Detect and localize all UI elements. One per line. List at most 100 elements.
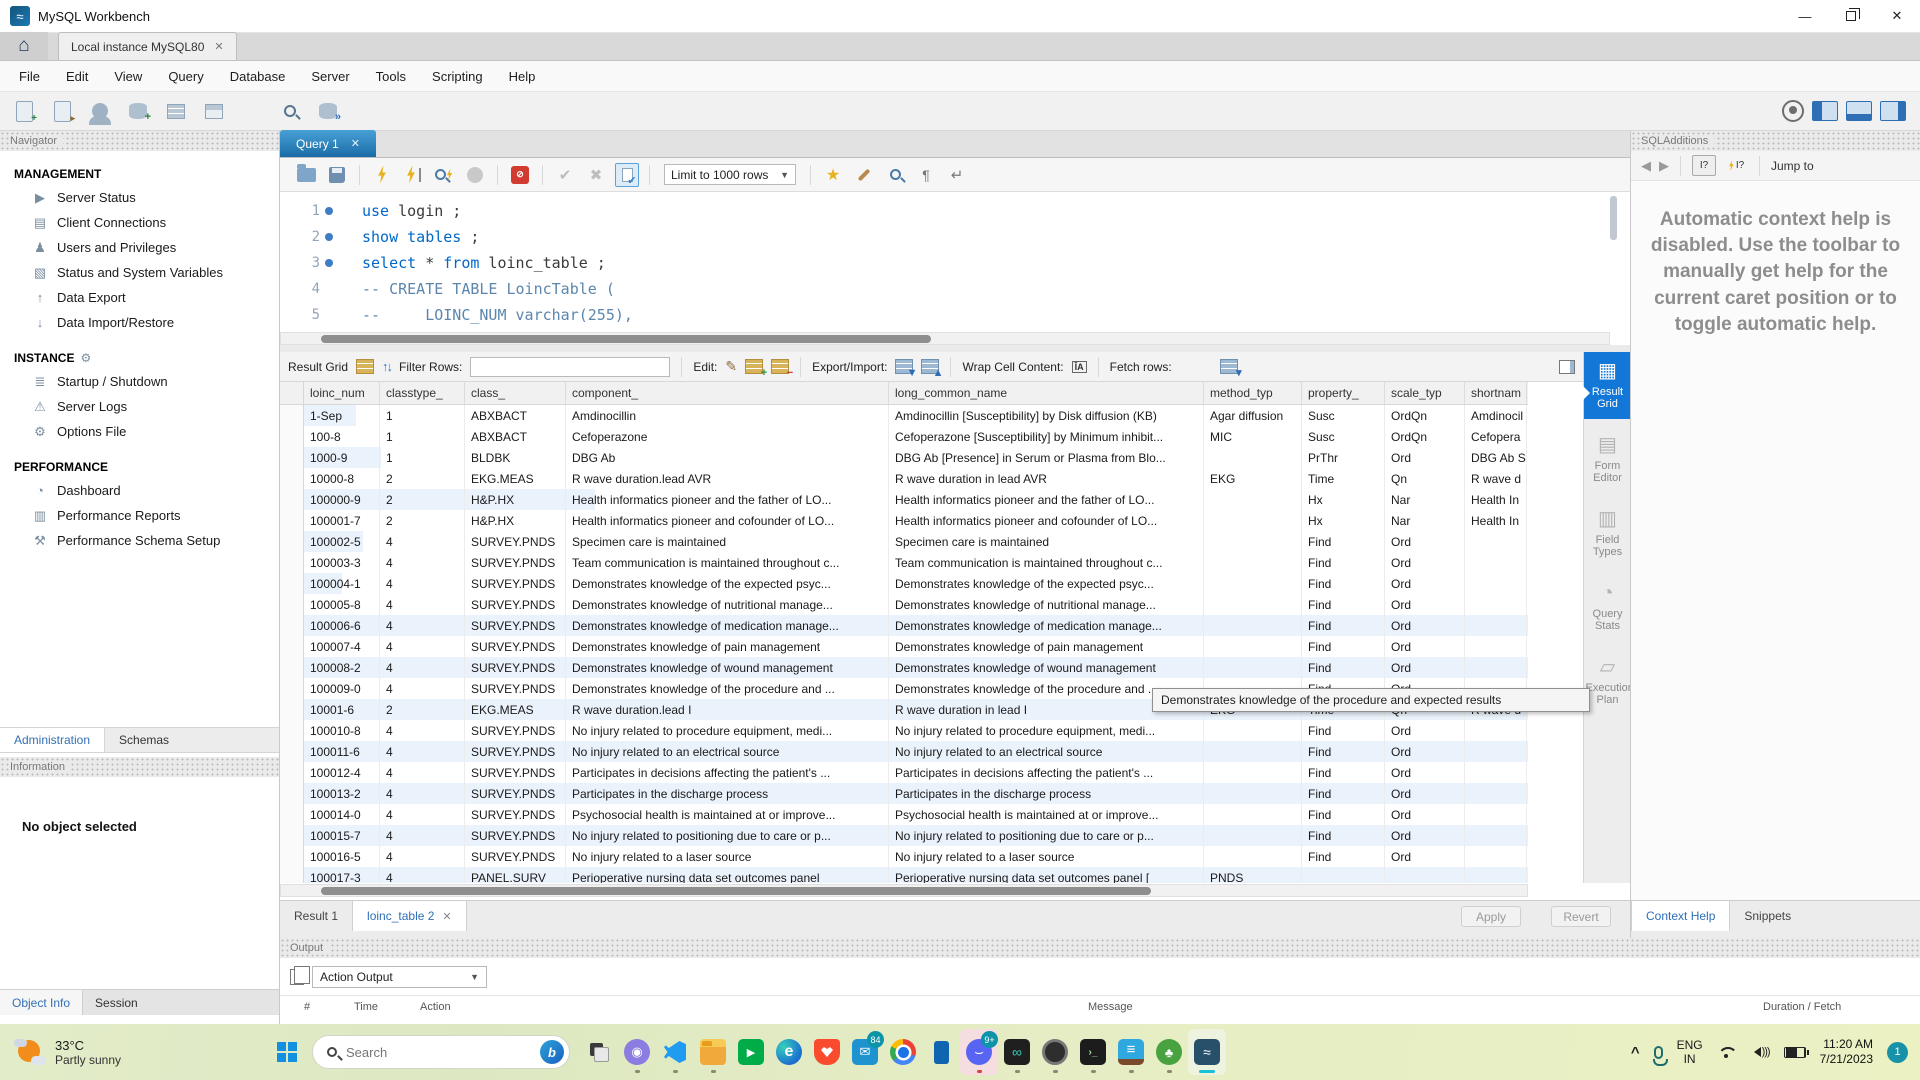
grid-cell[interactable] — [1204, 552, 1302, 573]
code-line[interactable]: 4 -- CREATE TABLE LoincTable ( — [280, 276, 1610, 302]
spring-icon[interactable]: ♣ — [1150, 1029, 1188, 1075]
grid-cell[interactable]: Amdinocil — [1465, 405, 1527, 426]
grid-cell[interactable]: Specimen care is maintained — [566, 531, 889, 552]
edit-record-icon[interactable]: ✎ — [725, 358, 737, 375]
toggle-right-panel-icon[interactable] — [1880, 101, 1906, 121]
grid-cell[interactable]: Time — [1302, 468, 1385, 489]
column-header[interactable]: classtype_ — [380, 382, 465, 404]
grid-cell[interactable]: Demonstrates knowledge of the procedure … — [566, 678, 889, 699]
grid-cell[interactable]: H&P.HX — [465, 489, 566, 510]
table-row[interactable]: 100004-1 4 SURVEY.PNDS Demonstrates knowled… — [280, 573, 1527, 594]
grid-cell[interactable]: EKG — [1204, 468, 1302, 489]
action-output-dropdown[interactable]: Action Output ▼ — [312, 966, 487, 988]
create-schema-icon[interactable] — [124, 98, 152, 124]
context-help-icon[interactable]: Ι? — [1692, 155, 1716, 176]
grid-cell[interactable]: No injury related to an electrical sourc… — [889, 741, 1204, 762]
table-row[interactable]: 100008-2 4 SURVEY.PNDS Demonstrates knowled… — [280, 657, 1528, 678]
tab-snippets[interactable]: Snippets — [1730, 901, 1805, 931]
connection-tab[interactable]: Local instance MySQL80 ✕ — [58, 32, 237, 60]
grid-cell[interactable]: 100003-3 — [304, 552, 380, 573]
toggle-left-panel-icon[interactable] — [1812, 101, 1838, 121]
row-selector[interactable] — [280, 426, 304, 447]
export-icon[interactable]: ▼ — [895, 359, 917, 379]
row-selector[interactable] — [280, 531, 304, 552]
brave-icon[interactable] — [808, 1029, 846, 1075]
grid-cell[interactable]: Find — [1302, 657, 1385, 678]
grid-cell[interactable]: 100009-0 — [304, 678, 380, 699]
grid-cell[interactable]: 4 — [380, 846, 465, 867]
grid-cell[interactable] — [1465, 552, 1527, 573]
grid-cell[interactable]: 4 — [380, 804, 465, 825]
battery-icon[interactable] — [1783, 1046, 1809, 1058]
grid-cell[interactable] — [1385, 867, 1465, 883]
notification-count-badge[interactable]: 1 — [1887, 1041, 1908, 1063]
grid-cell[interactable]: 100017-3 — [304, 867, 380, 883]
grid-cell[interactable]: 100004-1 — [304, 573, 380, 594]
sql-editor[interactable]: 1 use login ; 2 show tables ; 3 select *… — [280, 192, 1610, 332]
grid-cell[interactable] — [1204, 825, 1302, 846]
nav-item-status-and-system-variables[interactable]: ▧ Status and System Variables — [0, 260, 279, 285]
explain-icon[interactable] — [432, 163, 456, 187]
menu-item[interactable]: Help — [496, 61, 549, 91]
grid-cell[interactable]: Health In — [1465, 510, 1527, 531]
grid-cell[interactable]: Health informatics pioneer and cofounder… — [889, 510, 1204, 531]
grid-cell[interactable]: No injury related to a laser source — [566, 846, 889, 867]
column-header[interactable]: long_common_name — [889, 382, 1204, 404]
table-row[interactable]: 100005-8 4 SURVEY.PNDS Demonstrates knowled… — [280, 594, 1528, 615]
grid-cell[interactable]: Find — [1302, 552, 1385, 573]
row-selector[interactable] — [280, 699, 304, 720]
grid-cell[interactable] — [1465, 846, 1527, 867]
grid-cell[interactable]: 10000-8 — [304, 468, 380, 489]
column-header[interactable]: component_ — [566, 382, 889, 404]
grid-cell[interactable]: Find — [1302, 531, 1385, 552]
grid-cell[interactable]: 1 — [380, 426, 465, 447]
wrap-text-icon[interactable]: ↵ — [945, 163, 969, 187]
row-selector[interactable] — [280, 762, 304, 783]
grid-cell[interactable]: Cefoperazone [Susceptibility] by Minimum… — [889, 426, 1204, 447]
nav-item-dashboard[interactable]: ◔ Dashboard — [0, 478, 279, 503]
grid-cell[interactable]: Find — [1302, 573, 1385, 594]
grid-cell[interactable] — [1204, 846, 1302, 867]
grid-cell[interactable]: Team communication is maintained through… — [889, 552, 1204, 573]
stop-on-error-icon[interactable]: ⊘ — [508, 163, 532, 187]
nav-item-users-and-privileges[interactable]: ♟ Users and Privileges — [0, 235, 279, 260]
grid-cell[interactable] — [1465, 762, 1527, 783]
grid-cell[interactable]: Demonstrates knowledge of the expected p… — [889, 573, 1204, 594]
grid-cell[interactable]: SURVEY.PNDS — [465, 846, 566, 867]
grid-cell[interactable]: No injury related to positioning due to … — [889, 825, 1204, 846]
mysql-workbench-icon[interactable]: ≈ — [1188, 1029, 1226, 1075]
grid-cell[interactable]: 4 — [380, 636, 465, 657]
wrap-cell-content-icon[interactable]: ĪA — [1071, 360, 1087, 373]
grid-cell[interactable] — [1465, 867, 1527, 883]
grid-cell[interactable]: 2 — [380, 468, 465, 489]
table-search-icon[interactable] — [276, 98, 304, 124]
grid-cell[interactable]: 4 — [380, 867, 465, 883]
menu-item[interactable]: File — [6, 61, 53, 91]
vscode-icon[interactable] — [656, 1029, 694, 1075]
grid-cell[interactable]: 100007-4 — [304, 636, 380, 657]
grid-cell[interactable]: 4 — [380, 594, 465, 615]
menu-item[interactable]: Scripting — [419, 61, 496, 91]
menu-item[interactable]: Query — [155, 61, 216, 91]
grid-cell[interactable]: Health informatics pioneer and the fathe… — [889, 489, 1204, 510]
grid-cell[interactable]: SURVEY.PNDS — [465, 615, 566, 636]
grid-cell[interactable] — [1302, 867, 1385, 883]
execute-current-statement-icon[interactable] — [401, 163, 425, 187]
grid-cell[interactable]: R wave duration.lead AVR — [566, 468, 889, 489]
back-icon[interactable]: ◀ — [1641, 158, 1651, 174]
table-row[interactable]: 100017-3 4 PANEL.SURV Perioperative nursing… — [280, 867, 1528, 883]
grid-cell[interactable]: No injury related to procedure equipment… — [889, 720, 1204, 741]
grid-cell[interactable]: EKG.MEAS — [465, 468, 566, 489]
apply-button[interactable]: Apply — [1461, 906, 1521, 927]
forward-icon[interactable]: ▶ — [1659, 158, 1669, 174]
grid-cell[interactable]: 4 — [380, 615, 465, 636]
grid-cell[interactable]: Ord — [1385, 741, 1465, 762]
grid-cell[interactable]: 4 — [380, 825, 465, 846]
grid-cell[interactable]: OrdQn — [1385, 405, 1465, 426]
grid-cell[interactable]: Team communication is maintained through… — [566, 552, 889, 573]
fetch-rows-icon[interactable]: ▾ — [1219, 359, 1242, 379]
grid-cell[interactable] — [1465, 783, 1527, 804]
grid-cell[interactable]: 4 — [380, 720, 465, 741]
grid-cell[interactable]: BLDBK — [465, 447, 566, 468]
create-view-icon[interactable] — [200, 98, 228, 124]
